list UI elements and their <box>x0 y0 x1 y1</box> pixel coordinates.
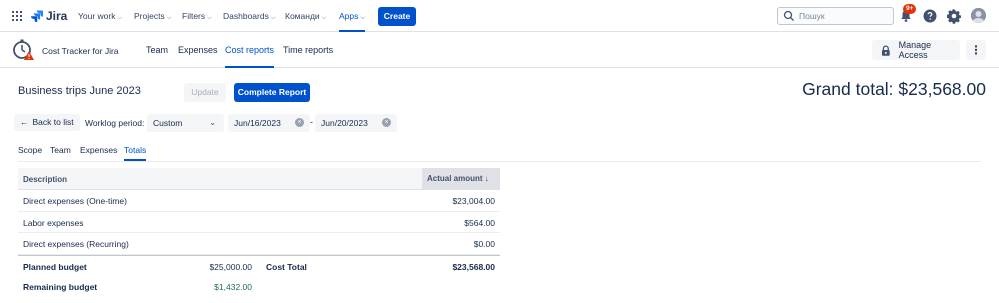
cost-total-value: $23,568.00 <box>452 261 495 272</box>
row-description: Direct expenses (Recurring) <box>23 239 129 249</box>
nav-projects[interactable]: Projects ⌵ <box>134 0 171 32</box>
remaining-budget-value: $1,432.00 <box>214 282 252 292</box>
nav-dashboards[interactable]: Dashboards ⌵ <box>223 0 275 32</box>
table-row: Direct expenses (Recurring) $0.00 <box>18 233 500 255</box>
period-value: Custom <box>153 118 183 128</box>
date-from-value: Jun/16/2023 <box>234 118 281 128</box>
manage-access-button[interactable]: Manage Access <box>872 40 960 60</box>
nav-label: Filters <box>182 11 206 21</box>
update-button[interactable]: Update <box>184 83 226 102</box>
chevron-down-icon: ⌵ <box>360 15 365 21</box>
nav-filters[interactable]: Filters ⌵ <box>182 0 212 32</box>
more-options-button[interactable]: ⋮ <box>966 40 986 60</box>
tab-time-reports[interactable]: Time reports <box>283 33 333 68</box>
row-amount: $23,004.00 <box>452 196 495 206</box>
subtabs-divider <box>18 161 981 162</box>
totals-table: Description Actual amount ↓ Direct expen… <box>18 168 500 298</box>
column-header-actual-amount[interactable]: Actual amount ↓ <box>422 168 500 190</box>
nav-teams[interactable]: Команди ⌵ <box>285 0 326 32</box>
row-description: Labor expenses <box>23 217 84 228</box>
chevron-down-icon: ⌵ <box>321 15 327 21</box>
app-name: Cost Tracker for Jira <box>42 46 119 56</box>
worklog-period-label: Worklog period: <box>85 118 145 128</box>
nav-label: Apps <box>339 11 359 21</box>
date-from-field[interactable]: Jun/16/2023 × <box>228 114 310 132</box>
table-row: Direct expenses (One-time) $23,004.00 <box>18 190 500 212</box>
nav-label: Команди <box>285 11 320 21</box>
product-name: Jira <box>46 9 68 23</box>
nav-label: Your work <box>78 11 116 21</box>
chevron-down-icon: ⌵ <box>207 15 212 21</box>
nav-your-work[interactable]: Your work ⌵ <box>78 0 122 32</box>
user-avatar-icon <box>971 8 986 23</box>
table-header: Description Actual amount ↓ <box>18 168 500 190</box>
cost-total-label: Cost Total <box>266 261 307 272</box>
jira-logo[interactable]: Jira <box>31 9 67 23</box>
nav-label: Dashboards <box>223 11 269 21</box>
date-to-value: Jun/20/2023 <box>321 118 368 128</box>
tab-cost-reports[interactable]: Cost reports <box>225 33 275 68</box>
date-separator: - <box>310 117 313 127</box>
back-label: Back to list <box>32 117 74 127</box>
avatar[interactable] <box>971 8 986 23</box>
planned-budget-value: $25,000.00 <box>209 261 252 272</box>
chevron-down-icon: ⌵ <box>117 15 123 21</box>
top-navigation: Jira Your work ⌵ Projects ⌵ Filters ⌵ Dashb… <box>0 0 999 32</box>
arrow-left-icon: ← <box>20 117 29 127</box>
row-amount: $564.00 <box>464 217 495 228</box>
nav-label: Projects <box>134 11 165 21</box>
clear-icon[interactable]: × <box>382 118 391 127</box>
grand-total: Grand total: $23,568.00 <box>802 79 986 99</box>
nav-apps[interactable]: Apps ⌵ <box>339 0 365 32</box>
subtab-team[interactable]: Team <box>50 143 71 161</box>
summary-row-planned: Planned budget $25,000.00 Cost Total $23… <box>18 254 500 277</box>
worklog-period-select[interactable]: Custom ⌄ <box>147 114 224 132</box>
cost-tracker-logo-icon <box>13 39 34 60</box>
table-row: Labor expenses $564.00 <box>18 212 500 233</box>
tab-team[interactable]: Team <box>146 33 168 68</box>
complete-report-button[interactable]: Complete Report <box>234 83 310 102</box>
row-description: Direct expenses (One-time) <box>23 196 127 206</box>
subtab-totals[interactable]: Totals <box>124 143 147 161</box>
manage-access-label: Manage Access <box>898 40 932 60</box>
create-button[interactable]: Create <box>378 7 416 26</box>
search-input[interactable] <box>799 11 884 21</box>
report-title: Business trips June 2023 <box>18 85 141 97</box>
subtab-scope[interactable]: Scope <box>18 143 42 161</box>
summary-row-remaining: Remaining budget $1,432.00 <box>18 276 500 298</box>
chevron-down-icon: ⌵ <box>270 15 276 21</box>
subtab-expenses[interactable]: Expenses <box>80 143 117 161</box>
help-icon[interactable] <box>922 8 938 24</box>
app-header: Cost Tracker for Jira Team Expenses Cost… <box>0 33 999 68</box>
row-amount: $0.00 <box>473 239 495 249</box>
search-box[interactable] <box>777 7 894 25</box>
date-to-field[interactable]: Jun/20/2023 × <box>315 114 397 132</box>
chevron-down-icon: ⌵ <box>166 15 172 21</box>
back-to-list-button[interactable]: ← Back to list <box>14 114 80 131</box>
tab-expenses[interactable]: Expenses <box>178 33 218 68</box>
remaining-budget-label: Remaining budget <box>23 282 98 292</box>
settings-icon[interactable] <box>946 8 962 24</box>
jira-logo-icon <box>31 10 43 22</box>
search-icon <box>783 10 794 21</box>
chevron-down-icon: ⌄ <box>209 118 216 127</box>
app-switcher-icon[interactable] <box>12 11 22 21</box>
clear-icon[interactable]: × <box>295 118 304 127</box>
lock-icon <box>881 45 890 56</box>
planned-budget-label: Planned budget <box>23 261 87 272</box>
column-header-description[interactable]: Description <box>23 175 67 184</box>
notification-badge: 9+ <box>903 4 917 14</box>
